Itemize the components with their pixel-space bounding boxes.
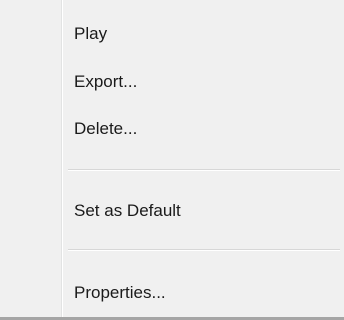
menu-item-label: Set as Default [74, 201, 181, 220]
menu-item-label: Properties... [74, 283, 166, 302]
menu-item-delete[interactable]: Delete... [2, 109, 340, 149]
menu-item-set-as-default[interactable]: Set as Default [2, 191, 340, 231]
menu-separator [68, 169, 340, 171]
menu-item-label: Export... [74, 72, 138, 91]
menu-item-play[interactable]: Play [2, 14, 340, 54]
menu-separator [68, 249, 340, 251]
menu-item-label: Delete... [74, 119, 138, 138]
menu-item-export[interactable]: Export... [2, 62, 340, 102]
context-menu: Play Export... Delete... Set as Default … [0, 0, 344, 320]
menu-item-label: Play [74, 24, 108, 43]
menu-item-properties[interactable]: Properties... [2, 273, 340, 313]
